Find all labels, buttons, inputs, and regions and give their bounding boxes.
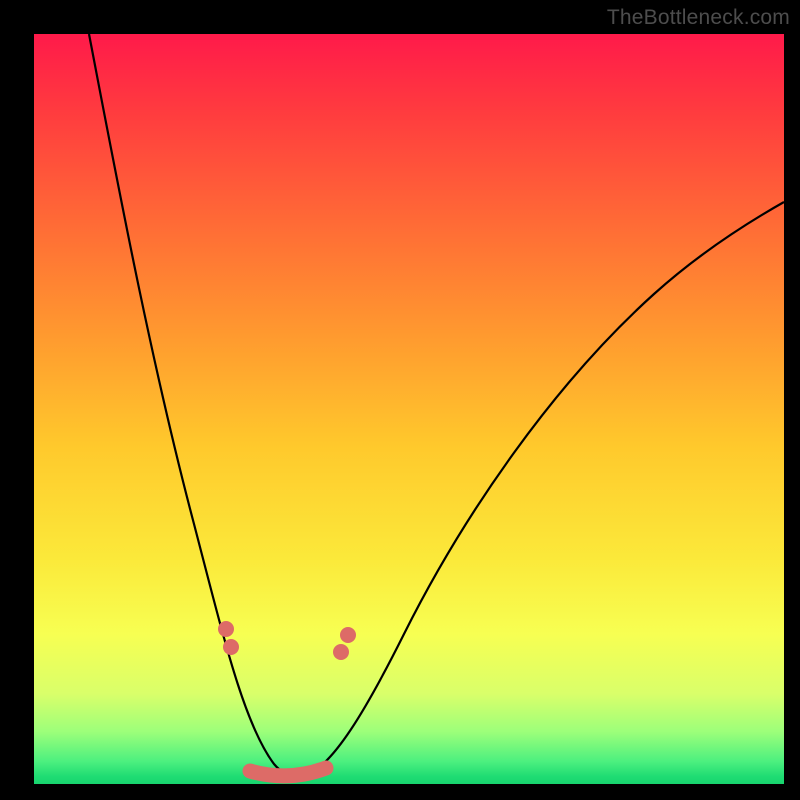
watermark-text: TheBottleneck.com: [607, 6, 790, 30]
plot-area: [34, 34, 784, 784]
valley-floor-highlight: [250, 768, 326, 776]
valley-bead-right-upper: [340, 627, 356, 643]
bottleneck-curve: [89, 34, 784, 776]
valley-bead-left-upper: [218, 621, 234, 637]
valley-bead-left-lower: [223, 639, 239, 655]
curve-layer: [34, 34, 784, 784]
chart-frame: TheBottleneck.com: [0, 0, 800, 800]
valley-bead-right-lower: [333, 644, 349, 660]
